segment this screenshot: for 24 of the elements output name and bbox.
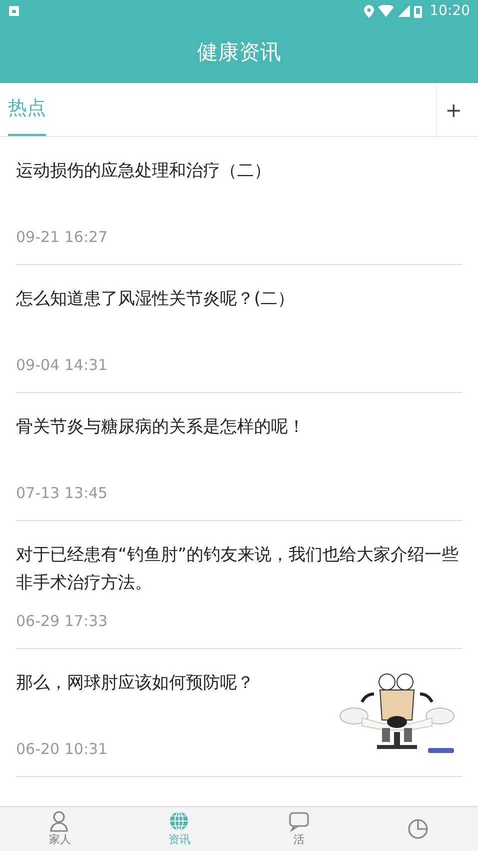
article-title[interactable]: 对于已经患有“钓鱼肘”的钓友来说，我们也给大家介绍一些非手术治疗方法。 [16,541,462,597]
person-icon [48,810,71,832]
add-tab-button[interactable]: + [436,83,470,136]
chat-icon [288,810,310,832]
wifi-icon [378,5,394,17]
globe-icon [168,810,190,832]
status-time: 10:20 [430,2,470,20]
notification-icon [8,5,20,17]
location-icon [364,4,374,18]
article-time: 09-04 14:31 [16,354,109,376]
article-title[interactable]: 那么，网球肘应该如何预防呢？ [16,669,324,697]
signal-icon [398,5,410,17]
article-time: 09-21 16:27 [16,226,109,248]
article-time: 06-29 17:33 [16,610,109,632]
article-title[interactable]: 怎么知道患了风湿性关节炎呢？(二） [16,285,462,313]
nav-tab[interactable]: 家人 [0,807,120,851]
article-time: 07-13 13:45 [16,482,109,504]
nav-tab[interactable]: 活 [239,807,358,851]
page-title: 健康资讯 [197,38,281,66]
article-title[interactable]: 运动损伤的应急处理和治疗（二） [16,157,462,185]
chart-icon [407,818,430,840]
battery-icon [414,4,422,18]
article-time: 06-20 10:31 [16,738,109,760]
article-title[interactable]: 骨关节炎与糖尿病的关系是怎样的呢！ [16,413,462,441]
